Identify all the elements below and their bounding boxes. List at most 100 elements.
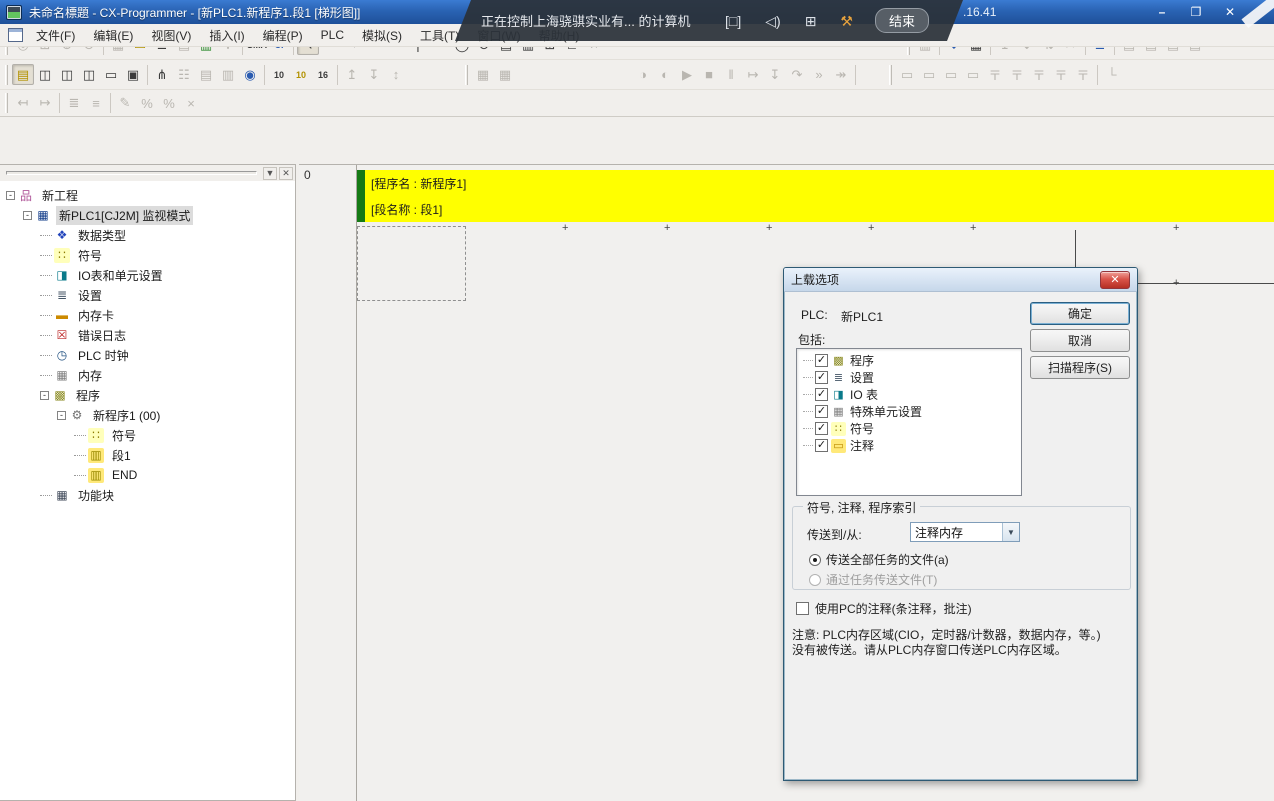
checkbox-checked-icon[interactable]: ✓ bbox=[815, 354, 828, 367]
toolbar-separator bbox=[147, 65, 148, 85]
expand-collapse-icon[interactable]: - bbox=[23, 211, 32, 220]
workspace-close-button[interactable]: ✕ bbox=[279, 167, 293, 180]
tree-item-data-types[interactable]: ❖数据类型 bbox=[2, 225, 295, 245]
radio-selected-icon[interactable] bbox=[809, 554, 821, 566]
checkbox-checked-icon[interactable]: ✓ bbox=[815, 439, 828, 452]
chevron-down-icon[interactable]: ▼ bbox=[1002, 523, 1019, 541]
restore-button[interactable]: ❐ bbox=[1184, 3, 1208, 20]
tree-item-programs[interactable]: -▩程序 bbox=[2, 385, 295, 405]
menu-item[interactable]: PLC bbox=[312, 25, 353, 45]
toggle-watch-window-icon[interactable]: ◫ bbox=[56, 64, 78, 85]
app-icon bbox=[6, 5, 22, 20]
grid-mark: + bbox=[970, 223, 976, 234]
dialog-close-button[interactable]: ✕ bbox=[1100, 271, 1130, 289]
tree-item-new-program-1[interactable]: -⚙新程序1 (00) bbox=[2, 405, 295, 425]
tree-item-memory[interactable]: ▦内存 bbox=[2, 365, 295, 385]
settings-icon: ≣ bbox=[54, 288, 70, 303]
binary-monitor-icon[interactable]: ◉ bbox=[239, 64, 261, 85]
show-symbol-bar-icon[interactable]: ⋔ bbox=[151, 64, 173, 85]
dialog-title: 上载选项 bbox=[791, 271, 839, 288]
force-cancel-icon: ↕ bbox=[385, 64, 407, 85]
tree-item-settings[interactable]: ≣设置 bbox=[2, 285, 295, 305]
menu-item[interactable]: 模拟(S) bbox=[353, 24, 411, 47]
workspace-dropdown-button[interactable]: ▼ bbox=[263, 167, 277, 180]
tree-item-function-blocks[interactable]: ▦功能块 bbox=[2, 485, 295, 505]
expand-collapse-icon[interactable]: - bbox=[40, 391, 49, 400]
menu-item[interactable]: 视图(V) bbox=[142, 24, 200, 47]
program-name-comment[interactable]: [程序名 : 新程序1] bbox=[371, 175, 466, 192]
grid-mark: + bbox=[766, 223, 772, 234]
close-button[interactable]: ✕ bbox=[1218, 3, 1242, 20]
toolbar-grip[interactable] bbox=[5, 93, 8, 113]
align-rung-top-icon: ≡ bbox=[85, 93, 107, 114]
workspace-grip[interactable] bbox=[6, 171, 257, 175]
include-item-program[interactable]: ✓▩程序 bbox=[799, 352, 1021, 369]
toolbar-grip[interactable] bbox=[5, 65, 8, 85]
tree-item-section-end[interactable]: ▥END bbox=[2, 465, 295, 485]
sim-step-in-icon: ↧ bbox=[764, 64, 786, 85]
include-item-symbols[interactable]: ✓∷符号 bbox=[799, 420, 1021, 437]
checkbox-checked-icon[interactable]: ✓ bbox=[815, 388, 828, 401]
tools-icon[interactable]: ⚒ bbox=[840, 14, 853, 28]
use-pc-comments-checkbox[interactable]: ✓ 使用PC的注释(条注释，批注) bbox=[796, 600, 972, 617]
tree-item-project[interactable]: -品新工程 bbox=[2, 185, 295, 205]
volume-icon[interactable]: ◁) bbox=[765, 14, 780, 28]
io-table-icon: ◨ bbox=[831, 388, 846, 402]
programs-icon: ▩ bbox=[52, 388, 68, 403]
minimize-button[interactable]: – bbox=[1150, 3, 1174, 20]
dialog-title-bar[interactable]: 上载选项 ✕ bbox=[784, 268, 1137, 292]
rung-comment-band[interactable]: [程序名 : 新程序1] [段名称 : 段1] bbox=[357, 170, 1274, 222]
expand-collapse-icon[interactable]: - bbox=[57, 411, 66, 420]
tree-item-section-1[interactable]: ▥段1 bbox=[2, 445, 295, 465]
monitor-signed-decimal-icon[interactable]: 10 bbox=[290, 64, 312, 85]
menu-item[interactable]: 编辑(E) bbox=[84, 24, 142, 47]
ok-button[interactable]: 确定 bbox=[1030, 302, 1130, 325]
checkbox-checked-icon[interactable]: ✓ bbox=[815, 405, 828, 418]
toggle-cross-reference-icon[interactable]: ◫ bbox=[78, 64, 100, 85]
menu-item[interactable]: 编程(P) bbox=[254, 24, 312, 47]
checkbox-unchecked-icon[interactable]: ✓ bbox=[796, 602, 809, 615]
show-properties-icon[interactable]: ▣ bbox=[122, 64, 144, 85]
overlay-corner-slash bbox=[1241, 0, 1274, 28]
menu-item[interactable]: 文件(F) bbox=[27, 24, 84, 47]
tree-item-program-symbols[interactable]: ∷符号 bbox=[2, 425, 295, 445]
include-item-special-unit-setup[interactable]: ✓▦特殊单元设置 bbox=[799, 403, 1021, 420]
ladder-cursor-cell[interactable] bbox=[357, 226, 466, 301]
toggle-address-reference-icon[interactable]: ▭ bbox=[100, 64, 122, 85]
checkbox-checked-icon[interactable]: ✓ bbox=[815, 422, 828, 435]
tree-connector bbox=[40, 295, 52, 296]
checkbox-checked-icon[interactable]: ✓ bbox=[815, 371, 828, 384]
tree-item-plc[interactable]: -▦新PLC1[CJ2M] 监视模式 bbox=[2, 205, 295, 225]
transfer-memory-select[interactable]: 注释内存 ▼ bbox=[910, 522, 1020, 542]
transfer-all-tasks-radio[interactable]: 传送全部任务的文件(a) bbox=[809, 551, 949, 568]
tree-item-memory-card[interactable]: ▬内存卡 bbox=[2, 305, 295, 325]
toggle-project-workspace-icon[interactable]: ▤ bbox=[12, 64, 34, 85]
toggle-output-window-icon[interactable]: ◫ bbox=[34, 64, 56, 85]
include-item-settings[interactable]: ✓≣设置 bbox=[799, 369, 1021, 386]
data-types-icon: ❖ bbox=[54, 228, 70, 243]
expand-collapse-icon[interactable]: - bbox=[6, 191, 15, 200]
tree-connector bbox=[803, 428, 813, 429]
tree-item-error-log[interactable]: ☒错误日志 bbox=[2, 325, 295, 345]
show-io-comment-icon: ☷ bbox=[173, 64, 195, 85]
new-window-icon[interactable]: ⊞ bbox=[805, 14, 817, 28]
menu-item[interactable]: 插入(I) bbox=[200, 24, 253, 47]
scan-program-button[interactable]: 扫描程序(S) bbox=[1030, 356, 1130, 379]
tree-item-symbols[interactable]: ∷符号 bbox=[2, 245, 295, 265]
include-listbox[interactable]: ✓▩程序✓≣设置✓◨IO 表✓▦特殊单元设置✓∷符号✓▭注释 bbox=[796, 348, 1022, 496]
tree-item-plc-clock[interactable]: ◷PLC 时钟 bbox=[2, 345, 295, 365]
monitor-hex-icon[interactable]: 16 bbox=[312, 64, 334, 85]
monitor-decimal-icon[interactable]: 10 bbox=[268, 64, 290, 85]
cancel-button[interactable]: 取消 bbox=[1030, 329, 1130, 352]
toolbar-grip[interactable] bbox=[465, 65, 468, 85]
sim-pause-icon: ‖ bbox=[720, 64, 742, 85]
include-item-io-table[interactable]: ✓◨IO 表 bbox=[799, 386, 1021, 403]
end-remote-session-button[interactable]: 结束 bbox=[875, 8, 929, 33]
fullscreen-icon[interactable]: [□] bbox=[725, 14, 741, 28]
tree-item-label: 新程序1 (00) bbox=[90, 406, 163, 425]
transfer-all-tasks-label: 传送全部任务的文件(a) bbox=[826, 551, 949, 568]
include-item-comments[interactable]: ✓▭注释 bbox=[799, 437, 1021, 454]
tree-item-io-table[interactable]: ◨IO表和单元设置 bbox=[2, 265, 295, 285]
section-name-comment[interactable]: [段名称 : 段1] bbox=[371, 201, 466, 218]
toolbar-grip[interactable] bbox=[889, 65, 892, 85]
